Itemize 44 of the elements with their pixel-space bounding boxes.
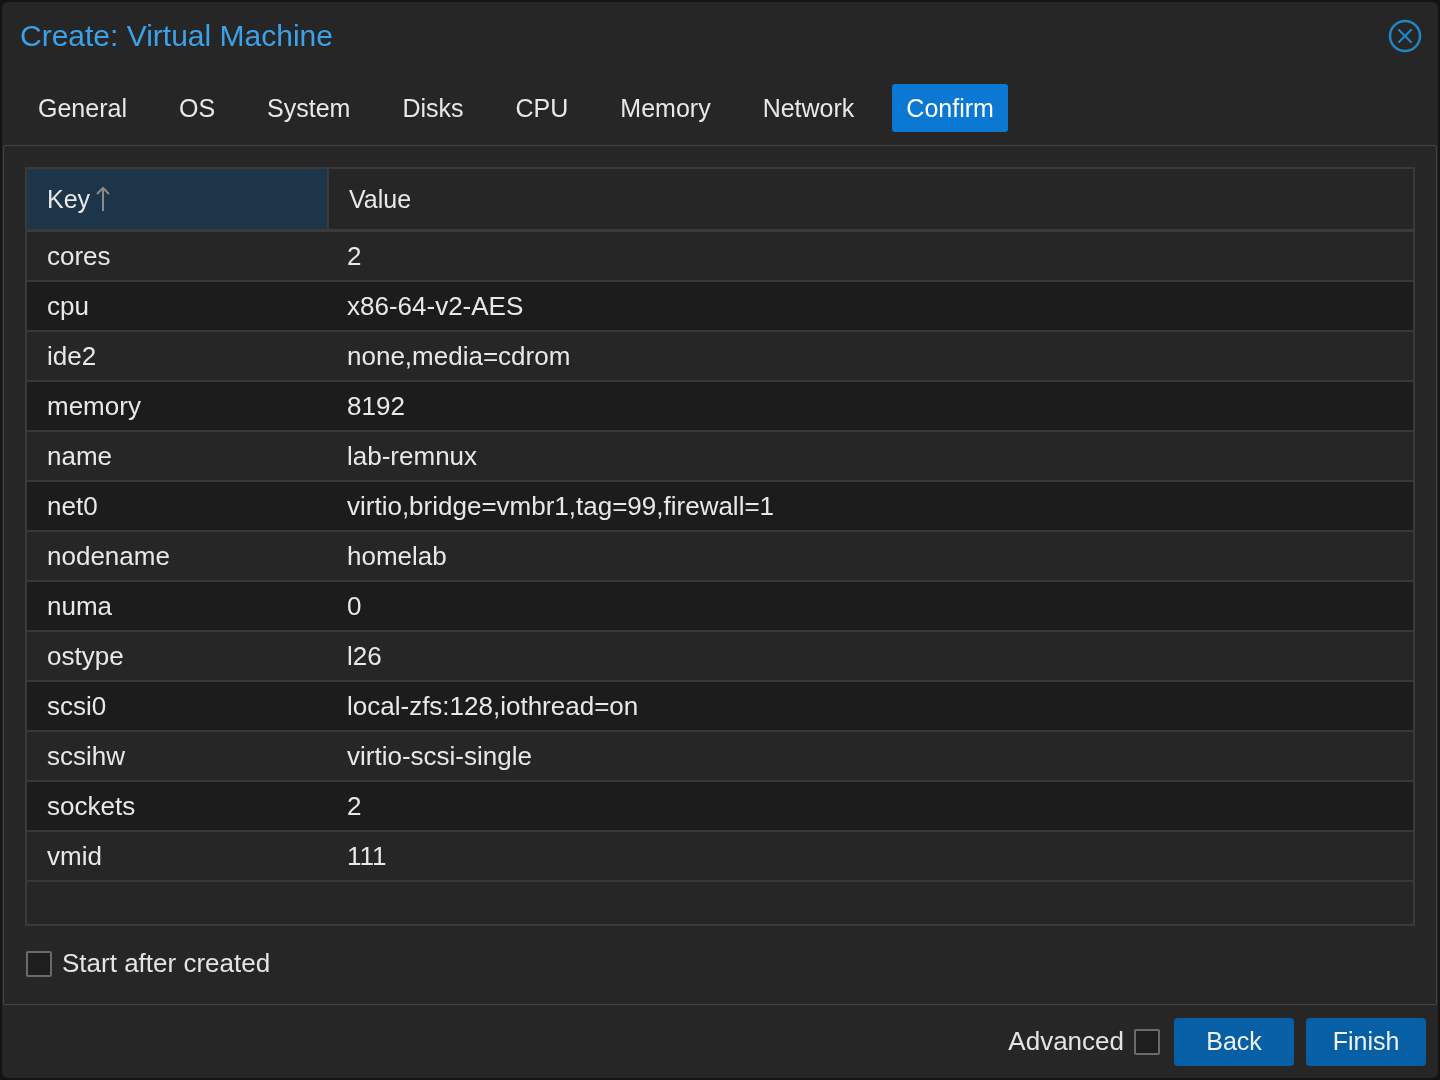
table-cell-text: 0 (346, 589, 363, 623)
tab[interactable]: Confirm (892, 84, 1008, 132)
footer-button[interactable]: Finish (1306, 1017, 1426, 1066)
tab[interactable]: OS (164, 84, 230, 132)
checkbox-label[interactable]: Advanced (1008, 1026, 1124, 1057)
tab[interactable]: Network (748, 84, 869, 132)
table-cell-text: ostype (46, 639, 125, 673)
table-cell-text: 2 (346, 789, 363, 823)
tab[interactable]: CPU (501, 84, 583, 132)
sort-ascending-icon (96, 186, 111, 212)
window-title: Create: Virtual Machine (20, 19, 333, 53)
table-cell-text: lab-remnux (346, 439, 479, 473)
close-icon[interactable] (1388, 19, 1422, 53)
table-cell-text: scsi0 (46, 689, 108, 723)
checkbox[interactable] (26, 950, 52, 977)
tab[interactable]: Disks (388, 84, 478, 132)
table-cell-text: cpu (46, 289, 90, 323)
table-cell-text: virtio-scsi-single (346, 739, 533, 773)
table-cell-text: name (46, 439, 114, 473)
tab[interactable]: System (253, 84, 365, 132)
table-cell-text: cores (46, 239, 112, 273)
table-cell-text: vmid (46, 839, 103, 873)
table-cell-text: scsihw (46, 739, 126, 773)
table-cell-text: nodename (46, 539, 171, 573)
footer-button[interactable]: Back (1174, 1017, 1294, 1066)
tab[interactable]: General (24, 84, 141, 132)
table-cell-text: sockets (46, 789, 137, 823)
table-cell-text: memory (46, 389, 142, 423)
column-header[interactable]: Key (27, 169, 327, 229)
table-cell-text: homelab (346, 539, 448, 573)
tab[interactable]: Memory (606, 84, 725, 132)
checkbox-label[interactable]: Start after created (62, 948, 271, 979)
table-cell-text: net0 (46, 489, 99, 523)
table-cell-text: 111 (346, 839, 388, 873)
table-cell-text: x86-64-v2-AES (346, 289, 525, 323)
table-cell-text: local-zfs:128,iothread=on (346, 689, 640, 723)
table-cell-text: none,media=cdrom (346, 339, 572, 373)
table-cell-text: numa (46, 589, 114, 623)
table-cell-text: l26 (346, 639, 383, 673)
table-cell-text: virtio,bridge=vmbr1,tag=99,firewall=1 (346, 489, 776, 523)
checkbox[interactable] (1134, 1028, 1160, 1055)
table-cell-text: 2 (346, 239, 363, 273)
table-cell-text: 8192 (346, 389, 406, 423)
table-cell-text: ide2 (46, 339, 98, 373)
